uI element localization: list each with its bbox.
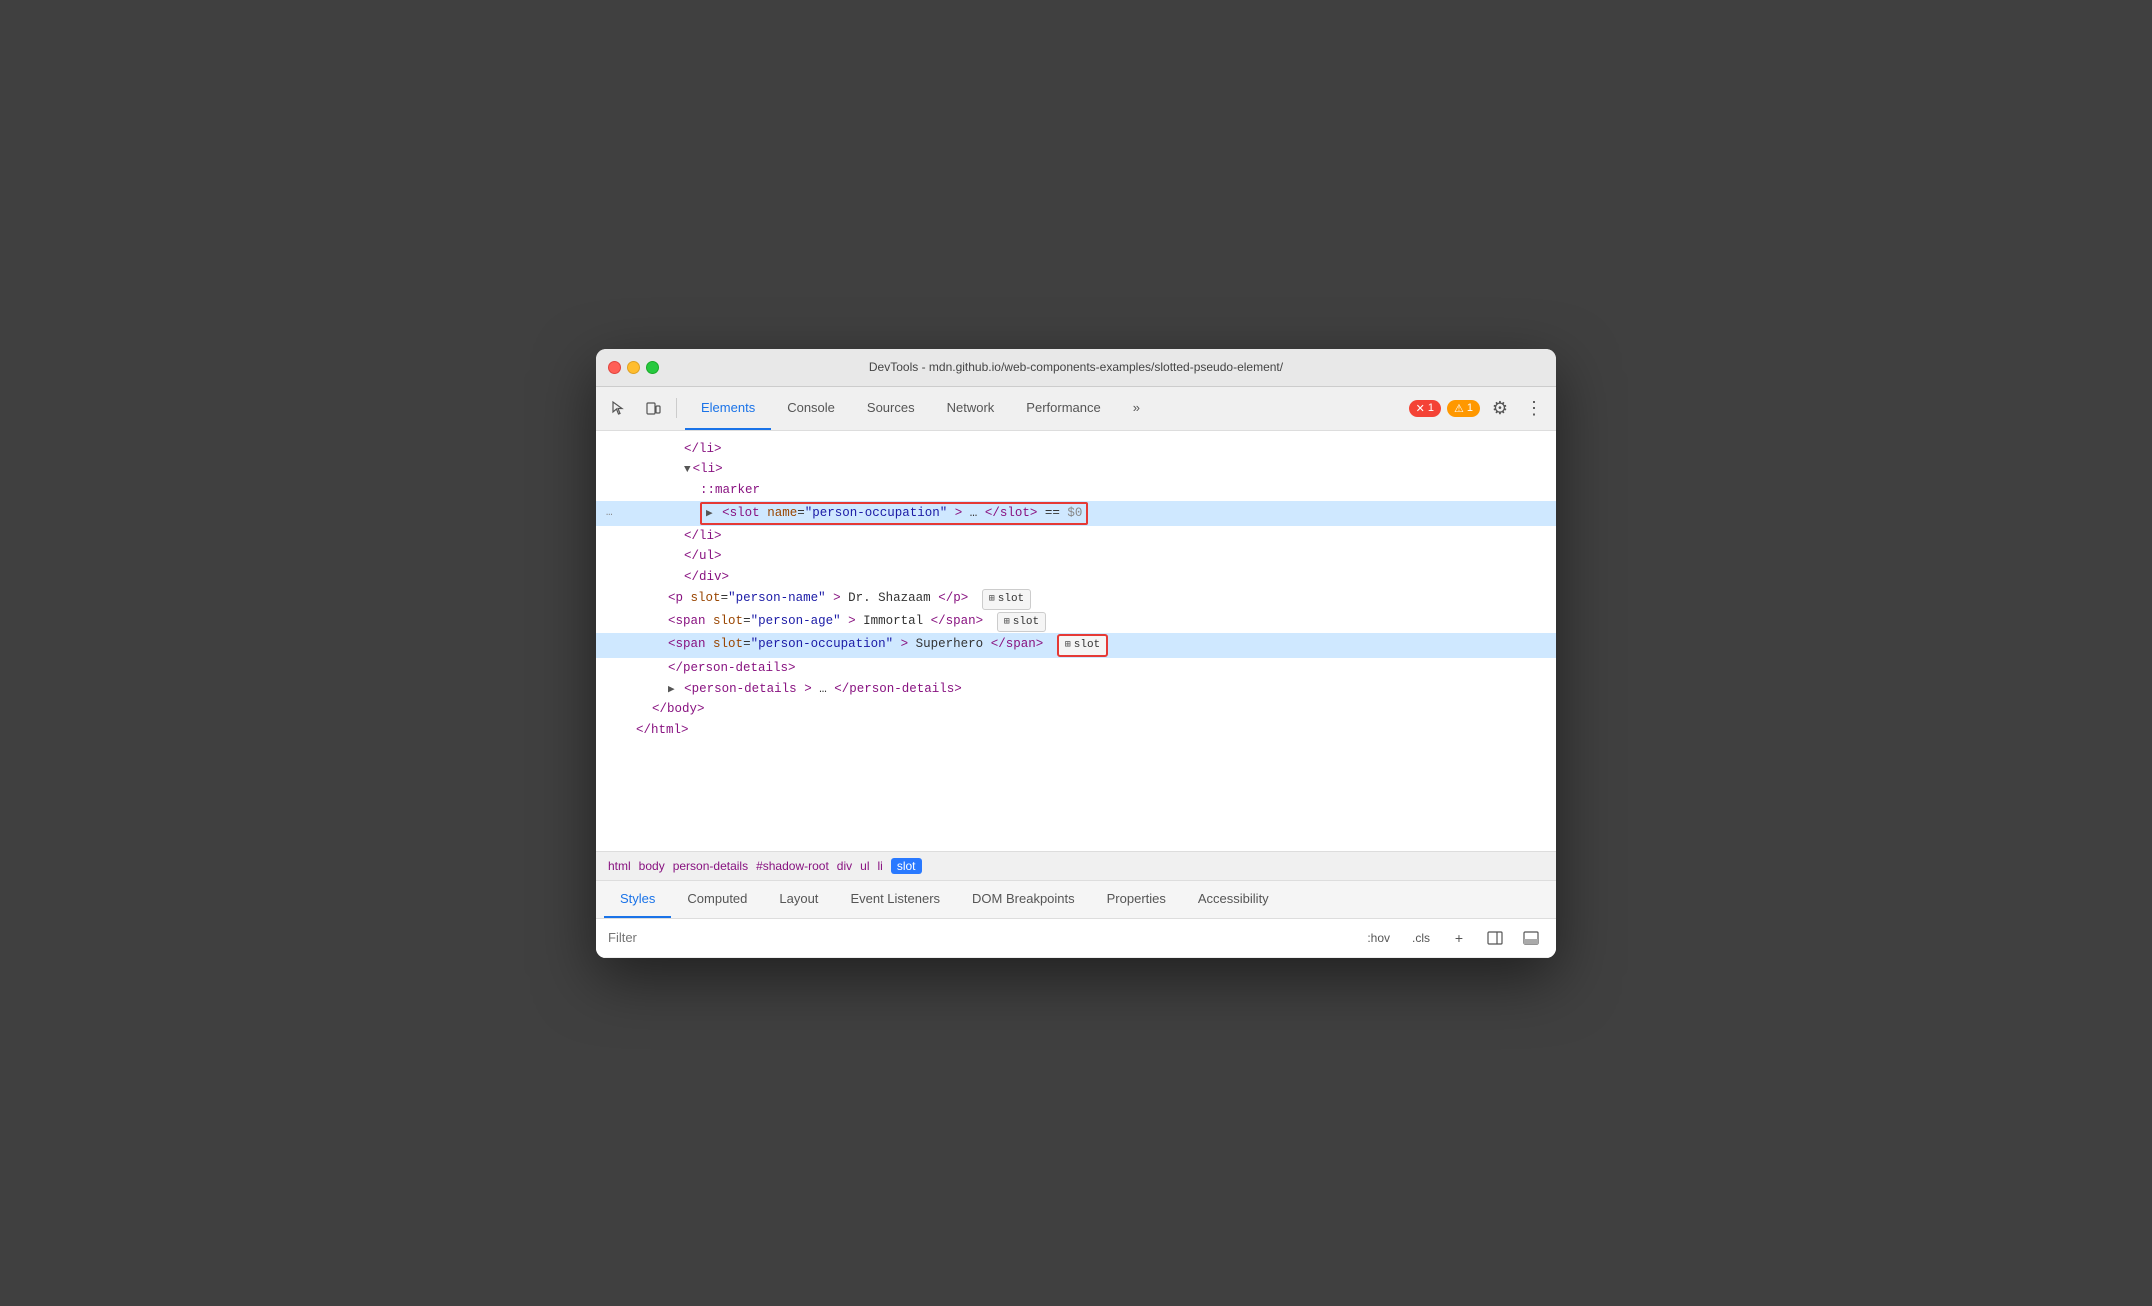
filter-right: :hov .cls + (1361, 925, 1544, 951)
dom-panel: </li> ▼<li> ::marker … ▶ <slot name="per… (596, 431, 1556, 851)
dom-line[interactable]: </html> (596, 720, 1556, 741)
slot-badge-icon: ⊞ (1004, 615, 1010, 630)
breadcrumb: html body person-details #shadow-root di… (596, 851, 1556, 881)
selected-slot-line[interactable]: … ▶ <slot name="person-occupation" > … <… (596, 501, 1556, 526)
tab-elements[interactable]: Elements (685, 387, 771, 430)
error-icon: ✕ (1416, 402, 1425, 415)
slot-badge-icon: ⊞ (989, 592, 995, 607)
expand-triangle-icon: ▶ (706, 508, 713, 520)
tab-dom-breakpoints[interactable]: DOM Breakpoints (956, 881, 1091, 918)
slot-badge-icon: ⊞ (1065, 638, 1071, 653)
breadcrumb-item-slot[interactable]: slot (891, 858, 922, 874)
toolbar-right: ✕ 1 ⚠ 1 ⚙ ⋮ (1409, 394, 1548, 422)
slot-badge-age[interactable]: ⊞ slot (997, 612, 1046, 633)
maximize-button[interactable] (646, 361, 659, 374)
cursor-icon[interactable] (604, 393, 634, 423)
cls-button[interactable]: .cls (1406, 929, 1436, 947)
toolbar: Elements Console Sources Network Perform… (596, 387, 1556, 431)
dom-line-occupation[interactable]: <span slot="person-occupation" > Superhe… (596, 633, 1556, 658)
bottom-tabs: Styles Computed Layout Event Listeners D… (596, 881, 1556, 919)
device-toggle-icon[interactable] (638, 393, 668, 423)
devtools-window: DevTools - mdn.github.io/web-components-… (596, 349, 1556, 958)
dom-line[interactable]: </ul> (596, 546, 1556, 567)
tab-styles[interactable]: Styles (604, 881, 671, 918)
dom-line[interactable]: </person-details> (596, 658, 1556, 679)
dom-line[interactable]: </div> (596, 567, 1556, 588)
tab-performance[interactable]: Performance (1010, 387, 1116, 430)
dom-line[interactable]: </li> (596, 439, 1556, 460)
more-options-button[interactable]: ⋮ (1520, 394, 1548, 422)
error-badge[interactable]: ✕ 1 (1409, 400, 1441, 417)
dom-line[interactable]: <p slot="person-name" > Dr. Shazaam </p>… (596, 588, 1556, 611)
tab-console[interactable]: Console (771, 387, 851, 430)
warning-icon: ⚠ (1454, 402, 1464, 415)
tab-event-listeners[interactable]: Event Listeners (834, 881, 956, 918)
dom-line[interactable]: <span slot="person-age" > Immortal </spa… (596, 611, 1556, 634)
tab-accessibility[interactable]: Accessibility (1182, 881, 1285, 918)
slot-badge-occupation[interactable]: ⊞ slot (1057, 634, 1108, 657)
expand-icon: ▶ (668, 684, 675, 696)
breadcrumb-item-html[interactable]: html (608, 859, 631, 873)
settings-button[interactable]: ⚙ (1486, 394, 1514, 422)
breadcrumb-item-body[interactable]: body (639, 859, 665, 873)
filter-bar: :hov .cls + (596, 919, 1556, 958)
tab-layout[interactable]: Layout (763, 881, 834, 918)
dom-line[interactable]: </li> (596, 526, 1556, 547)
hov-button[interactable]: :hov (1361, 929, 1396, 947)
dom-line[interactable]: ::marker (596, 480, 1556, 501)
breadcrumb-item-li[interactable]: li (877, 859, 882, 873)
titlebar: DevTools - mdn.github.io/web-components-… (596, 349, 1556, 387)
tab-sources[interactable]: Sources (851, 387, 931, 430)
breadcrumb-item-div[interactable]: div (837, 859, 852, 873)
warning-badge[interactable]: ⚠ 1 (1447, 400, 1480, 417)
tab-network[interactable]: Network (931, 387, 1011, 430)
window-title: DevTools - mdn.github.io/web-components-… (869, 360, 1283, 374)
close-button[interactable] (608, 361, 621, 374)
breadcrumb-item-ul[interactable]: ul (860, 859, 869, 873)
tab-bar: Elements Console Sources Network Perform… (685, 387, 1405, 430)
dom-line[interactable]: ▶ <person-details > … </person-details> (596, 679, 1556, 700)
traffic-lights (608, 361, 659, 374)
slot-badge-name[interactable]: ⊞ slot (982, 589, 1031, 610)
tab-properties[interactable]: Properties (1091, 881, 1182, 918)
bottom-panel: Styles Computed Layout Event Listeners D… (596, 881, 1556, 958)
dock-button[interactable] (1518, 925, 1544, 951)
breadcrumb-item-shadow-root[interactable]: #shadow-root (756, 859, 829, 873)
add-style-button[interactable]: + (1446, 925, 1472, 951)
tab-more[interactable]: » (1117, 387, 1156, 430)
tab-computed[interactable]: Computed (671, 881, 763, 918)
dom-line[interactable]: </body> (596, 699, 1556, 720)
minimize-button[interactable] (627, 361, 640, 374)
expand-icon: ▼ (684, 464, 691, 476)
toolbar-divider (676, 398, 677, 418)
breadcrumb-item-person-details[interactable]: person-details (673, 859, 748, 873)
dots-menu[interactable]: … (606, 505, 613, 522)
slot-element-box: ▶ <slot name="person-occupation" > … </s… (700, 502, 1088, 525)
toggle-sidebar-button[interactable] (1482, 925, 1508, 951)
filter-input[interactable] (608, 930, 1353, 945)
dom-line[interactable]: ▼<li> (596, 459, 1556, 480)
